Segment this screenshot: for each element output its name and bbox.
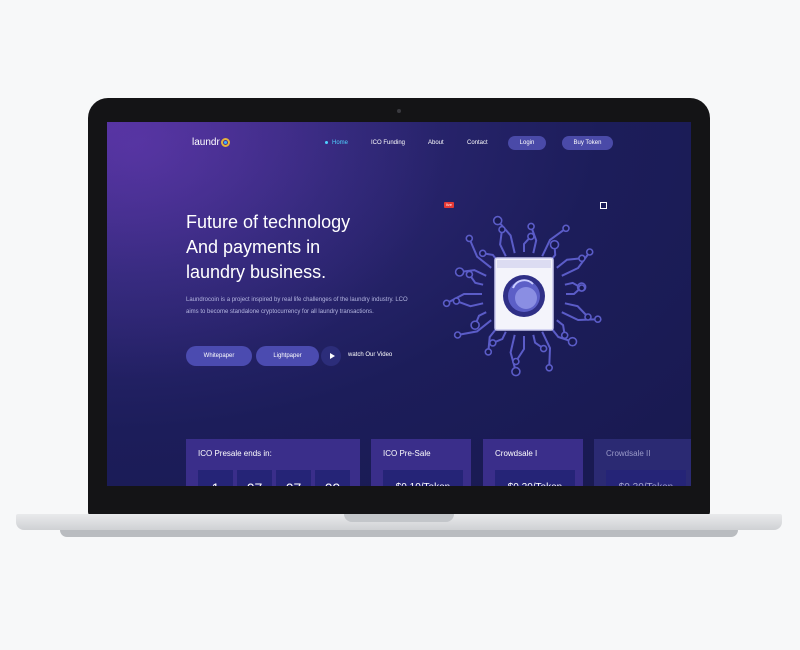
whitepaper-button[interactable]: Whitepaper — [186, 346, 252, 366]
circuit-trace — [561, 251, 591, 277]
circuit-node — [567, 336, 578, 347]
crowdsale-1-price: $0.20/Token — [495, 470, 575, 486]
circuit-node — [511, 366, 521, 377]
screen: laundr Home ICO Funding About Contact Lo… — [107, 122, 691, 486]
circuit-node — [478, 249, 487, 258]
play-video-button[interactable] — [321, 346, 341, 366]
countdown-minutes: 07 — [276, 470, 311, 486]
laptop-notch — [344, 514, 454, 522]
brand-logo[interactable]: laundr — [192, 137, 230, 148]
pre-sale-title: ICO Pre-Sale — [383, 449, 431, 458]
brand-name: laundr — [192, 137, 220, 148]
headline-line-2: And payments in — [186, 237, 321, 257]
hero-description: Laundrocoin is a project inspired by rea… — [186, 297, 408, 315]
nav-item-about[interactable]: About — [428, 140, 444, 146]
circuit-node — [584, 313, 592, 321]
circuit-node — [527, 222, 535, 231]
circuit-graphic — [442, 215, 602, 377]
pre-sale-price: $0.10/Token — [383, 470, 463, 486]
active-dot-icon — [325, 140, 328, 144]
circuit-node — [465, 234, 474, 243]
countdown-seconds: 09 — [315, 470, 350, 486]
circuit-node — [465, 270, 474, 279]
nav-item-contact[interactable]: Contact — [467, 140, 488, 146]
hero-headline: Future of technology And payments in lau… — [186, 210, 416, 285]
circuit-node — [498, 225, 506, 234]
logo-o-icon — [220, 138, 230, 147]
circuit-trace — [515, 336, 525, 363]
circuit-trace — [509, 334, 517, 372]
circuit-node — [527, 232, 535, 241]
presale-countdown-card: ICO Presale ends in: 1 07 07 09 — [186, 439, 360, 486]
laptop-base-lip — [60, 530, 738, 537]
circuit-node — [594, 315, 602, 323]
crowdsale-1-title: Crowdsale I — [495, 449, 538, 458]
watch-video-link[interactable]: watch Our Video — [348, 352, 392, 358]
circuit-node — [484, 348, 493, 356]
nav-item-ico-funding[interactable]: ICO Funding — [371, 140, 405, 146]
circuit-node — [560, 331, 569, 340]
crowdsale-1-card: Crowdsale I $0.20/Token — [483, 439, 583, 486]
crowdsale-2-card: Crowdsale II $0.30/Token — [594, 439, 691, 486]
circuit-trace — [499, 229, 507, 257]
circuit-node — [452, 297, 461, 305]
circuit-node — [492, 215, 503, 226]
circuit-trace — [456, 300, 484, 308]
pre-sale-card: ICO Pre-Sale $0.10/Token — [371, 439, 471, 486]
circuit-trace — [561, 311, 598, 322]
circuit-node — [562, 224, 570, 233]
circuit-node — [454, 267, 465, 277]
circuit-node — [453, 331, 462, 339]
presale-title: ICO Presale ends in: — [198, 449, 272, 458]
headline-line-1: Future of technology — [186, 212, 351, 232]
circuit-node — [488, 339, 497, 347]
play-icon — [329, 353, 335, 359]
circuit-node — [549, 239, 560, 250]
buy-token-button[interactable]: Buy Token — [562, 136, 613, 150]
circuit-node — [578, 254, 586, 263]
circuit-node — [585, 248, 594, 256]
webcam — [397, 109, 401, 113]
countdown-hours: 07 — [237, 470, 272, 486]
countdown-days: 1 — [198, 470, 233, 486]
lightpaper-button[interactable]: Lightpaper — [256, 346, 319, 366]
circuit-node — [577, 284, 586, 292]
nav-item-home[interactable]: Home — [325, 140, 348, 146]
crowdsale-2-price: $0.30/Token — [606, 470, 686, 486]
circuit-node — [539, 344, 548, 353]
circuit-node — [442, 299, 451, 308]
circuit-node — [545, 364, 553, 372]
login-button[interactable]: Login — [508, 136, 546, 150]
crowdsale-2-title: Crowdsale II — [606, 449, 651, 458]
washing-machine-icon — [494, 257, 554, 331]
circuit-node — [512, 357, 520, 366]
headline-line-3: laundry business. — [186, 262, 327, 282]
nav-label-home: Home — [332, 140, 349, 146]
circuit-trace — [446, 293, 482, 305]
circuit-node — [470, 320, 480, 330]
